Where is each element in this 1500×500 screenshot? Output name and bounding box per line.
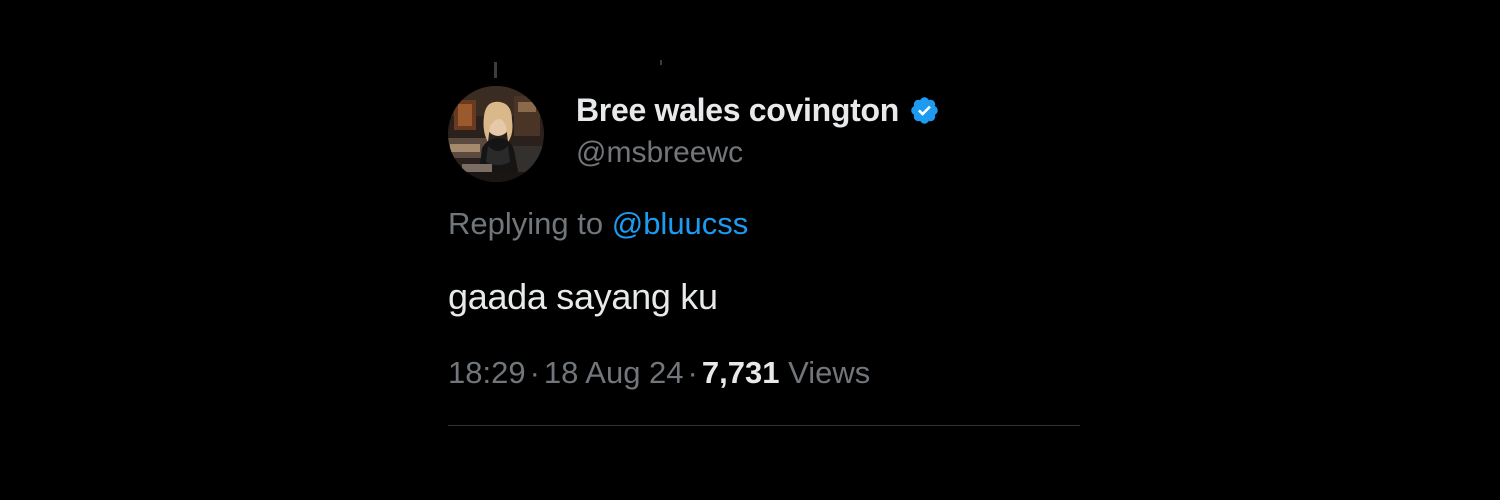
author-name-row: Bree wales covington <box>576 88 1076 132</box>
thread-connector-line <box>494 62 497 78</box>
meta-separator: · <box>687 355 698 390</box>
tweet-divider <box>448 425 1080 426</box>
author-block: Bree wales covington @msbreewc <box>576 88 1076 170</box>
views-count[interactable]: 7,731 <box>702 355 780 390</box>
meta-separator: · <box>529 355 540 390</box>
profile-photo-icon <box>448 86 544 182</box>
thread-connector-mark <box>660 60 662 65</box>
verified-badge-icon[interactable] <box>909 95 940 126</box>
tweet-meta: 18:29 · 18 Aug 24 · 7,731 Views <box>448 355 870 391</box>
avatar[interactable] <box>448 86 544 182</box>
author-handle[interactable]: @msbreewc <box>576 136 1076 170</box>
tweet-text: gaada sayang ku <box>448 276 718 317</box>
tweet-date[interactable]: 18 Aug 24 <box>544 355 684 390</box>
author-display-name[interactable]: Bree wales covington <box>576 92 899 129</box>
reply-to-handle-link[interactable]: @bluucss <box>612 206 749 241</box>
replying-to-label: Replying to <box>448 206 604 241</box>
views-label[interactable]: Views <box>788 355 870 390</box>
replying-to-line: Replying to @bluucss <box>448 206 748 242</box>
tweet-time[interactable]: 18:29 <box>448 355 526 390</box>
